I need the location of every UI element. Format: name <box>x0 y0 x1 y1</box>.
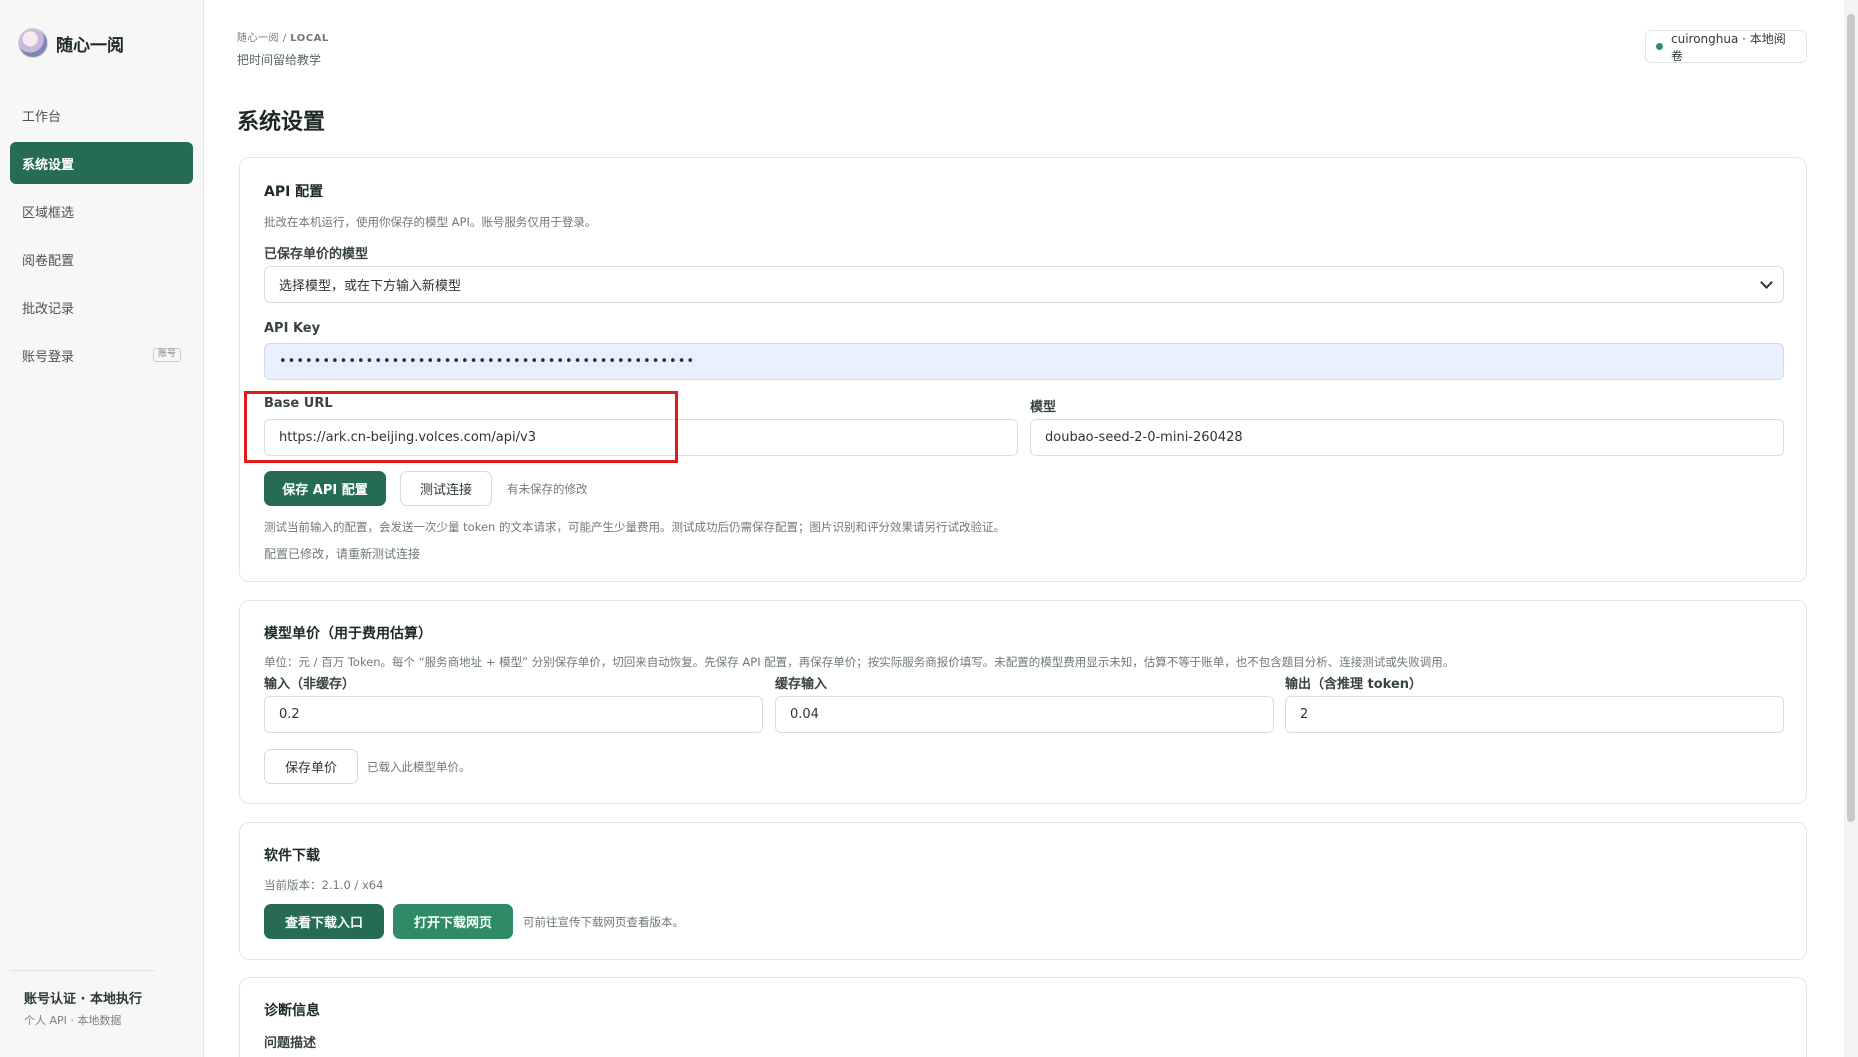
sidebar-item-label: 区域框选 <box>22 205 75 221</box>
sidebar-item-label: 系统设置 <box>22 157 75 173</box>
sidebar-item-label: 批改记录 <box>22 301 75 317</box>
sidebar-divider <box>10 970 155 971</box>
sidebar-item-records[interactable]: 批改记录 <box>10 286 193 328</box>
sidebar-nav: 工作台 系统设置 区域框选 阅卷配置 批改记录 账号登录 账号 <box>10 94 193 382</box>
pricing-desc: 单位：元 / 百万 Token。每个 “服务商地址 + 模型” 分别保存单价，切… <box>264 655 1455 669</box>
sidebar-item-settings[interactable]: 系统设置 <box>10 142 193 184</box>
save-api-config-button[interactable]: 保存 API 配置 <box>264 471 386 506</box>
input-price-field[interactable]: 0.2 <box>264 696 763 733</box>
problem-description-label: 问题描述 <box>264 1036 317 1051</box>
breadcrumb: 随心一阅 / LOCAL <box>237 29 329 44</box>
diagnostics-title: 诊断信息 <box>264 1003 320 1019</box>
cached-price-field[interactable]: 0.04 <box>775 696 1274 733</box>
sidebar-item-label: 阅卷配置 <box>22 253 75 269</box>
saved-models-select[interactable]: 选择模型，或在下方输入新模型 <box>264 266 1784 303</box>
model-label: 模型 <box>1030 400 1057 415</box>
diagnostics-card: 诊断信息 问题描述 <box>239 977 1807 1057</box>
download-note: 可前往宣传下载网页查看版本。 <box>523 915 684 929</box>
saved-models-label: 已保存单价的模型 <box>264 247 369 262</box>
app-logo[interactable]: 随心一阅 <box>18 28 124 58</box>
user-chip[interactable]: cuironghua · 本地阅卷 <box>1645 30 1807 63</box>
sidebar: 随心一阅 工作台 系统设置 区域框选 阅卷配置 批改记录 账号登录 账号 账号认… <box>0 0 204 1057</box>
user-name: cuironghua · 本地阅卷 <box>1671 31 1786 63</box>
api-config-desc: 批改在本机运行，使用你保存的模型 API。账号服务仅用于登录。 <box>264 215 597 229</box>
app-slogan: 把时间留给教学 <box>237 53 322 67</box>
sidebar-item-region-select[interactable]: 区域框选 <box>10 190 193 232</box>
cached-price-label: 缓存输入 <box>775 677 828 692</box>
price-loaded-note: 已载入此模型单价。 <box>367 760 471 774</box>
input-price-label: 输入（非缓存） <box>264 677 356 692</box>
sidebar-item-account-login[interactable]: 账号登录 账号 <box>10 334 193 376</box>
breadcrumb-separator: / <box>282 33 287 44</box>
scrollbar-thumb[interactable] <box>1847 14 1855 822</box>
logo-avatar-icon <box>18 28 48 58</box>
open-download-page-button[interactable]: 打开下载网页 <box>393 904 513 939</box>
model-input[interactable]: doubao-seed-2-0-mini-260428 <box>1030 419 1784 456</box>
output-price-label: 输出（含推理 token） <box>1285 677 1423 692</box>
breadcrumb-mode: LOCAL <box>290 33 329 44</box>
chevron-down-icon <box>1760 276 1773 289</box>
base-url-highlight-box <box>244 391 678 463</box>
output-price-field[interactable]: 2 <box>1285 696 1784 733</box>
test-connection-button[interactable]: 测试连接 <box>400 471 492 506</box>
api-key-input[interactable]: ••••••••••••••••••••••••••••••••••••••••… <box>264 343 1784 380</box>
pricing-title: 模型单价（用于费用估算） <box>264 626 432 642</box>
sidebar-item-label: 工作台 <box>22 109 62 125</box>
pricing-card: 模型单价（用于费用估算） 单位：元 / 百万 Token。每个 “服务商地址 +… <box>239 600 1807 804</box>
download-card: 软件下载 当前版本：2.1.0 / x64 查看下载入口 打开下载网页 可前往宣… <box>239 822 1807 960</box>
online-status-icon <box>1656 43 1663 50</box>
sidebar-footer-title: 账号认证 · 本地执行 <box>24 992 142 1007</box>
api-key-label: API Key <box>264 321 321 336</box>
sidebar-item-grading-config[interactable]: 阅卷配置 <box>10 238 193 280</box>
page-title: 系统设置 <box>237 110 326 135</box>
download-title: 软件下载 <box>264 848 320 864</box>
config-modified-note: 配置已修改，请重新测试连接 <box>264 547 421 561</box>
sidebar-footer-subtitle: 个人 API · 本地数据 <box>24 1014 122 1027</box>
api-config-title: API 配置 <box>264 184 324 200</box>
unsaved-changes-note: 有未保存的修改 <box>507 482 588 496</box>
breadcrumb-app: 随心一阅 <box>237 33 279 44</box>
sidebar-item-label: 账号登录 <box>22 349 75 365</box>
app-name: 随心一阅 <box>56 35 124 56</box>
sidebar-item-workbench[interactable]: 工作台 <box>10 94 193 136</box>
test-connection-note: 测试当前输入的配置，会发送一次少量 token 的文本请求，可能产生少量费用。测… <box>264 520 1005 534</box>
account-badge: 账号 <box>152 348 181 362</box>
saved-models-value: 选择模型，或在下方输入新模型 <box>279 279 462 294</box>
save-price-button[interactable]: 保存单价 <box>264 749 358 784</box>
view-download-button[interactable]: 查看下载入口 <box>264 904 384 939</box>
api-config-card: API 配置 批改在本机运行，使用你保存的模型 API。账号服务仅用于登录。 已… <box>239 157 1807 582</box>
current-version: 当前版本：2.1.0 / x64 <box>264 878 384 892</box>
